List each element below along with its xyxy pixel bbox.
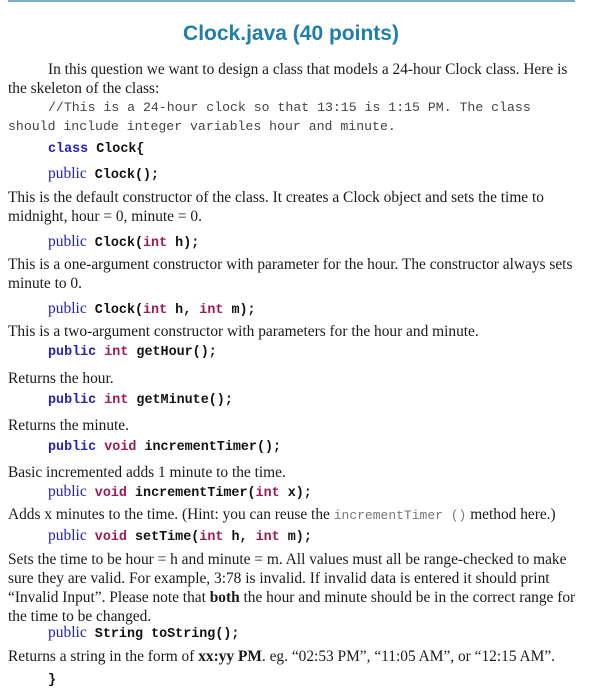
description-line: “Invalid Input”. Please note that both t… [8,588,578,607]
comment-line: should include integer variables hour an… [8,119,396,134]
method-name: incrementTimer( [135,486,256,501]
member-signature: public void setTime(int h, int m); [48,527,312,545]
description-line: Returns the hour. [8,370,114,387]
modifier-keyword: public [48,440,97,455]
param-type: int [255,530,280,545]
method-signature: incrementTimer(); [144,440,282,455]
code-comment: //This is a 24-hour clock so that 13:15 … [8,98,588,136]
description-line: Returns the minute. [8,417,129,434]
return-type: int [104,393,129,408]
class-keyword: class [48,142,89,157]
param-type: int [255,486,280,501]
description-line: sure they are valid. For example, 3:78 i… [8,570,550,587]
modifier-keyword: public [48,233,87,250]
param-type: int [199,303,224,318]
modifier-keyword: public [48,345,97,360]
param-type: int [199,530,224,545]
intro-line: the skeleton of the class: [8,80,160,97]
param-name: h [231,530,240,545]
method-signature: toString(); [151,627,240,642]
method-name: setTime( [135,530,200,545]
modifier-keyword: public [48,165,87,182]
return-type: void [94,486,127,501]
method-signature: getHour(); [136,345,217,360]
param-name: h [175,303,184,318]
return-type: String [94,627,144,642]
description-text: Adds x minutes to the time. (Hint: you c… [8,506,334,523]
class-name: Clock{ [96,142,145,157]
description-line: Sets the time to be hour = h and minute … [8,551,567,568]
param-name: m [231,303,240,318]
method-signature: Clock(); [94,168,160,183]
member-signature: public void incrementTimer(); [48,440,281,455]
sig-suffix: ); [239,303,256,318]
description-line: midnight, hour = 0, minute = 0. [8,208,202,225]
description-text: method here.) [466,506,556,523]
return-type: void [104,440,137,455]
modifier-keyword: public [48,300,87,317]
description-line: Basic incremented adds 1 minute to the t… [8,464,286,481]
method-signature: getMinute(); [136,393,233,408]
description-line: This is a two-argument constructor with … [8,323,479,340]
member-description: Returns a string in the form of xx:yy PM… [8,647,578,666]
param-name: m [287,530,296,545]
member-signature: public void incrementTimer(int x); [48,483,312,501]
modifier-keyword: public [48,624,87,641]
emphasis-text: xx:yy PM [198,648,262,665]
member-description: This is a two-argument constructor with … [8,322,578,341]
description-text: the hour and minute should be in the cor… [239,589,576,606]
description-line: This is a one-argument constructor with … [8,256,573,273]
intro-line: In this question we want to design a cla… [48,61,568,78]
param-type: int [143,303,168,318]
member-description: This is the default constructor of the c… [8,188,578,226]
member-signature: public int getMinute(); [48,393,233,408]
member-signature: public Clock(); [48,165,159,183]
member-signature: public Clock(int h); [48,233,199,251]
member-signature: public String toString(); [48,624,239,642]
page-title: Clock.java (40 points) [183,22,399,45]
member-description: Returns the hour. [8,369,578,388]
modifier-keyword: public [48,393,97,408]
member-signature: public Clock(int h, int m); [48,300,256,318]
sig-suffix: ); [183,236,200,251]
description-line: minute to 0. [8,275,82,292]
method-name: Clock( [94,303,144,318]
description-line: Returns a string in the form of xx:yy PM… [8,647,578,666]
param-name: h [175,236,184,251]
sig-suffix: ); [295,530,312,545]
description-text: “Invalid Input”. Please note that [8,589,210,606]
description-text: Returns a string in the form of [8,648,199,665]
return-type: void [94,530,127,545]
description-text: . eg. “02:53 PM”, “11:05 AM”, or “12:15 … [261,648,556,665]
param-type: int [143,236,168,251]
member-description: Basic incremented adds 1 minute to the t… [8,463,578,482]
inline-code: incrementTimer () [333,508,467,523]
sig-suffix: ); [295,486,312,501]
class-declaration: class Clock{ [48,142,144,157]
description-line: Adds x minutes to the time. (Hint: you c… [8,505,578,525]
closing-brace: } [48,673,57,688]
member-signature: public int getHour(); [48,345,217,360]
top-divider [8,0,575,2]
modifier-keyword: public [48,483,87,500]
intro-paragraph: In this question we want to design a cla… [8,60,578,98]
comment-line: //This is a 24-hour clock so that 13:15 … [48,100,531,115]
param-name: x [287,486,296,501]
member-description: Adds x minutes to the time. (Hint: you c… [8,505,578,525]
member-description: Sets the time to be hour = h and minute … [8,550,578,626]
description-line: This is the default constructor of the c… [8,189,544,206]
member-description: This is a one-argument constructor with … [8,255,578,293]
modifier-keyword: public [48,527,87,544]
member-description: Returns the minute. [8,416,578,435]
return-type: int [104,345,129,360]
emphasis-text: both [209,589,240,606]
method-name: Clock( [94,236,144,251]
